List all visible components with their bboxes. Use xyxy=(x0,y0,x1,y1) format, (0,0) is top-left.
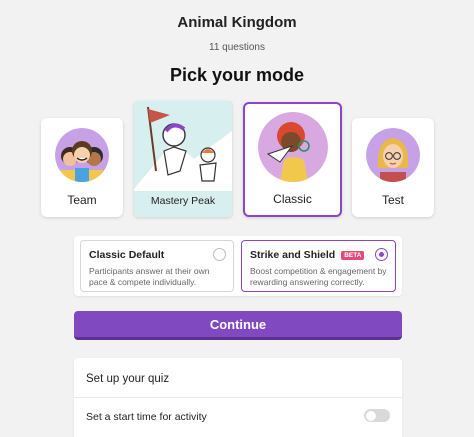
continue-button[interactable]: Continue xyxy=(74,311,402,340)
student-illustration-icon xyxy=(366,128,420,182)
start-time-toggle[interactable] xyxy=(364,409,390,422)
option-classic-default[interactable]: Classic Default Participants answer at t… xyxy=(80,240,234,292)
mode-card-test[interactable]: Test xyxy=(352,118,434,217)
option-description: Boost competition & engagement by reward… xyxy=(250,266,387,287)
mountain-climber-illustration-icon xyxy=(134,101,232,191)
radio-classic-default[interactable] xyxy=(213,248,226,261)
option-title-row: Strike and Shield BETA xyxy=(250,249,387,261)
option-description: Participants answer at their own pace & … xyxy=(89,266,210,287)
setup-title: Set up your quiz xyxy=(86,373,170,385)
paper-plane-illustration-icon xyxy=(258,112,328,182)
mode-label-mastery-peak: Mastery Peak xyxy=(150,195,216,207)
mode-card-team[interactable]: Team xyxy=(41,118,123,217)
quiz-title: Animal Kingdom xyxy=(177,14,297,31)
mode-card-mastery-peak[interactable]: Mastery Peak xyxy=(134,101,232,217)
mode-card-classic[interactable]: Classic xyxy=(243,102,342,217)
mode-label-team: Team xyxy=(67,193,97,207)
beta-badge: BETA xyxy=(341,250,365,260)
divider xyxy=(74,397,402,398)
option-title: Classic Default xyxy=(89,249,165,261)
option-strike-and-shield[interactable]: Strike and Shield BETA Boost competition… xyxy=(241,240,396,292)
radio-strike-and-shield[interactable] xyxy=(375,248,388,261)
start-time-label: Set a start time for activity xyxy=(86,411,207,423)
question-count: 11 questions xyxy=(209,42,265,53)
team-illustration-icon xyxy=(55,128,109,182)
mode-label-test: Test xyxy=(381,193,404,207)
option-title: Strike and Shield xyxy=(250,249,336,261)
mode-label-classic: Classic xyxy=(273,192,312,206)
page-title: Pick your mode xyxy=(169,65,305,85)
